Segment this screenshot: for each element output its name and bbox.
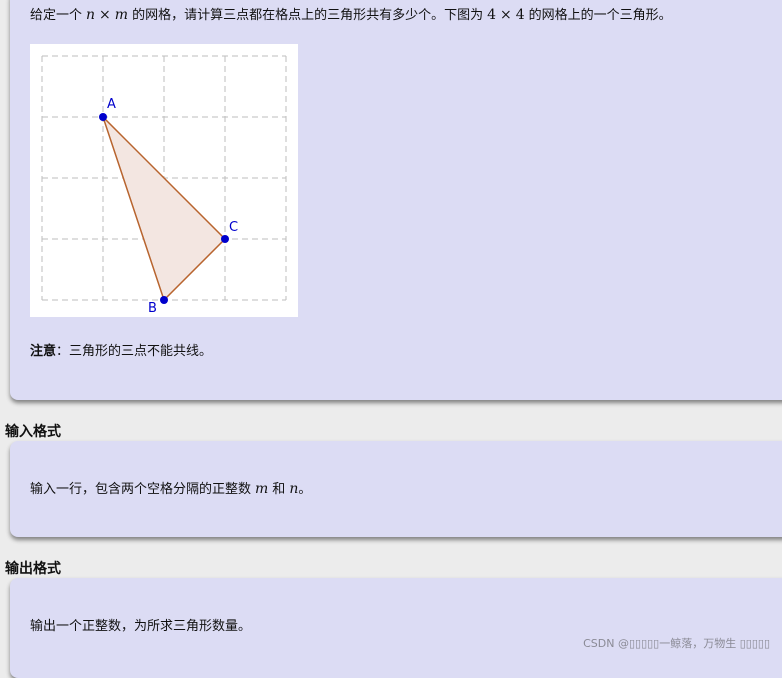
output-format-card: 输出一个正整数，为所求三角形数量。 <box>10 578 782 678</box>
point-a <box>99 113 107 121</box>
math-times: × <box>500 7 512 23</box>
math-m: m <box>255 481 269 497</box>
label-a: A <box>107 97 116 112</box>
note-text: 三角形的三点不能共线。 <box>69 344 213 359</box>
point-c <box>221 235 229 243</box>
output-format-text: 输出一个正整数，为所求三角形数量。 <box>30 619 252 634</box>
problem-card: 给定一个 n × m 的网格，请计算三点都在格点上的三角形共有多少个。下图为 4 × 4 的网格… <box>10 0 782 400</box>
math-times: × <box>99 7 111 23</box>
csdn-watermark: CSDN @▯▯▯▯▯一鲸落，万物生 ▯▯▯▯▯ <box>583 637 770 650</box>
input-text: 和 <box>272 482 286 497</box>
intro-text: 给定一个 <box>30 8 83 23</box>
output-format-heading: 输出格式 <box>5 561 61 577</box>
note-colon: ： <box>56 344 70 359</box>
point-b <box>160 296 168 304</box>
intro-text: 的网格，请计算三点都在格点上的三角形共有多少个。下图为 <box>132 8 484 23</box>
input-text: 。 <box>298 482 312 497</box>
math-4: 4 <box>487 7 496 23</box>
input-format-text: 输入一行，包含两个空格分隔的正整数 m 和 n。 <box>30 480 311 499</box>
input-text: 输入一行，包含两个空格分隔的正整数 <box>30 482 252 497</box>
label-c: C <box>229 220 238 235</box>
note-paragraph: 注意：三角形的三点不能共线。 <box>30 343 212 361</box>
math-m: m <box>114 7 129 23</box>
math-n: n <box>86 7 96 23</box>
triangle-abc <box>102 116 227 302</box>
intro-text: 的网格上的一个三角形。 <box>528 8 672 23</box>
note-label: 注意 <box>30 344 57 359</box>
math-n: n <box>289 481 299 497</box>
grid-figure: A B C <box>30 44 298 317</box>
problem-intro: 给定一个 n × m 的网格，请计算三点都在格点上的三角形共有多少个。下图为 4 × 4 的网格… <box>30 6 672 25</box>
math-4: 4 <box>515 7 525 23</box>
label-b: B <box>148 301 157 316</box>
input-format-heading: 输入格式 <box>5 424 61 440</box>
grid-triangle-diagram: A B C <box>41 55 287 316</box>
input-format-card: 输入一行，包含两个空格分隔的正整数 m 和 n。 <box>10 441 782 537</box>
